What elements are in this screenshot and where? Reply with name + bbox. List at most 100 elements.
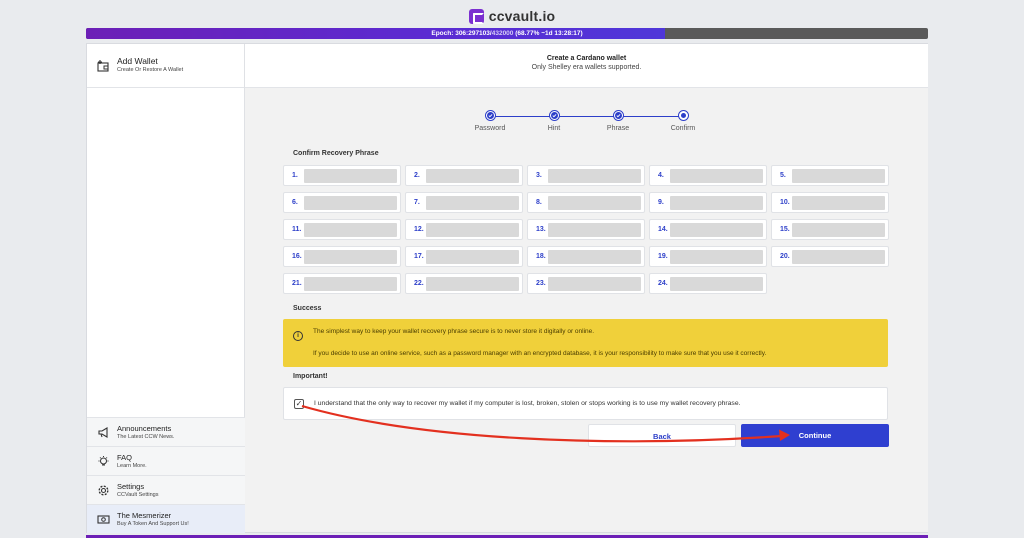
recovery-word-input[interactable]	[304, 223, 397, 237]
step-label: Phrase	[606, 125, 630, 132]
sidebar-item-title: Announcements	[117, 423, 172, 433]
recovery-word-field[interactable]: 24.	[649, 273, 767, 294]
recovery-word-input[interactable]	[304, 250, 397, 264]
sidebar-item-title: The Mesmerizer	[117, 510, 172, 520]
recovery-word-field[interactable]: 4.	[649, 165, 767, 186]
current-step-icon	[677, 110, 689, 121]
sidebar-item-mesmerizer[interactable]: The Mesmerizer Buy A Token And Support U…	[87, 504, 245, 533]
recovery-word-number: 6.	[292, 199, 298, 206]
sidebar-item-subtitle: Learn More.	[117, 462, 147, 469]
app-logo: ccvault.io	[0, 7, 1024, 25]
back-button[interactable]: Back	[588, 424, 736, 447]
recovery-word-input[interactable]	[670, 169, 763, 183]
success-title: Success	[293, 305, 322, 312]
money-icon	[96, 512, 110, 526]
notice-line-2: If you decide to use an online service, …	[313, 350, 767, 357]
recovery-word-input[interactable]	[792, 223, 885, 237]
recovery-word-field[interactable]: 23.	[527, 273, 645, 294]
recovery-word-field[interactable]: 8.	[527, 192, 645, 213]
recovery-word-input[interactable]	[304, 277, 397, 291]
sidebar-item-subtitle: CCVault Settings	[117, 491, 159, 498]
recovery-word-input[interactable]	[304, 169, 397, 183]
sidebar-header-title: Add Wallet	[117, 56, 158, 66]
recovery-word-field[interactable]: 14.	[649, 219, 767, 240]
main-panel: Create a Cardano wallet Only Shelley era…	[245, 44, 928, 532]
recovery-word-input[interactable]	[670, 196, 763, 210]
recovery-word-number: 16.	[292, 253, 302, 260]
recovery-word-field[interactable]: 18.	[527, 246, 645, 267]
info-icon: i	[293, 331, 303, 341]
step-confirm: Confirm	[653, 110, 713, 132]
sidebar-header-subtitle: Create Or Restore A Wallet	[117, 67, 184, 73]
sidebar: Add Wallet Create Or Restore A Wallet An…	[87, 44, 245, 533]
recovery-word-field[interactable]: 16.	[283, 246, 401, 267]
epoch-progress-bar: Epoch: 306:297103/432000 (68.77% ~1d 13:…	[86, 28, 928, 39]
acknowledgement-row[interactable]: ✓ I understand that the only way to reco…	[283, 387, 888, 420]
recovery-word-field[interactable]: 22.	[405, 273, 523, 294]
recovery-word-field[interactable]: 15.	[771, 219, 889, 240]
important-title: Important!	[293, 373, 328, 380]
recovery-word-input[interactable]	[548, 169, 641, 183]
page-header: Create a Cardano wallet Only Shelley era…	[245, 44, 928, 88]
recovery-word-field[interactable]: 3.	[527, 165, 645, 186]
recovery-word-field[interactable]: 7.	[405, 192, 523, 213]
recovery-word-input[interactable]	[548, 250, 641, 264]
ccvault-logo-icon	[468, 8, 484, 24]
recovery-word-input[interactable]	[304, 196, 397, 210]
recovery-phrase-title: Confirm Recovery Phrase	[293, 150, 379, 157]
recovery-word-number: 2.	[414, 172, 420, 179]
recovery-word-input[interactable]	[426, 196, 519, 210]
recovery-word-number: 12.	[414, 226, 424, 233]
recovery-word-number: 21.	[292, 280, 302, 287]
continue-button[interactable]: Continue	[741, 424, 889, 447]
recovery-word-field[interactable]: 9.	[649, 192, 767, 213]
check-icon	[612, 110, 624, 121]
recovery-word-input[interactable]	[792, 250, 885, 264]
recovery-word-input[interactable]	[548, 277, 641, 291]
epoch-progress-text: Epoch: 306:297103/432000 (68.77% ~1d 13:…	[431, 30, 583, 37]
recovery-word-field[interactable]: 13.	[527, 219, 645, 240]
recovery-word-input[interactable]	[670, 277, 763, 291]
recovery-word-number: 22.	[414, 280, 424, 287]
recovery-word-field[interactable]: 17.	[405, 246, 523, 267]
sidebar-item-faq[interactable]: FAQ Learn More.	[87, 446, 245, 475]
check-icon	[548, 110, 560, 121]
sidebar-item-title: Settings	[117, 481, 145, 491]
recovery-word-field[interactable]: 1.	[283, 165, 401, 186]
recovery-word-field[interactable]: 20.	[771, 246, 889, 267]
recovery-word-input[interactable]	[548, 196, 641, 210]
sidebar-item-settings[interactable]: Settings CCVault Settings	[87, 475, 245, 504]
sidebar-item-announcements[interactable]: Announcements The Latest CCW News.	[87, 417, 245, 446]
recovery-word-input[interactable]	[426, 277, 519, 291]
recovery-word-number: 20.	[780, 253, 790, 260]
recovery-word-field[interactable]: 6.	[283, 192, 401, 213]
recovery-word-input[interactable]	[426, 250, 519, 264]
recovery-word-number: 23.	[536, 280, 546, 287]
megaphone-icon	[96, 425, 110, 439]
recovery-word-field[interactable]: 5.	[771, 165, 889, 186]
recovery-word-field[interactable]: 21.	[283, 273, 401, 294]
recovery-word-input[interactable]	[548, 223, 641, 237]
recovery-word-number: 9.	[658, 199, 664, 206]
recovery-word-input[interactable]	[792, 196, 885, 210]
recovery-word-number: 7.	[414, 199, 420, 206]
recovery-word-number: 15.	[780, 226, 790, 233]
sidebar-item-subtitle: The Latest CCW News.	[117, 433, 175, 440]
recovery-word-field[interactable]: 12.	[405, 219, 523, 240]
recovery-word-number: 19.	[658, 253, 668, 260]
check-icon	[484, 110, 496, 121]
recovery-word-field[interactable]: 10.	[771, 192, 889, 213]
recovery-word-field[interactable]: 2.	[405, 165, 523, 186]
recovery-word-input[interactable]	[670, 250, 763, 264]
recovery-word-input[interactable]	[670, 223, 763, 237]
app-window: Add Wallet Create Or Restore A Wallet An…	[86, 43, 928, 533]
recovery-word-number: 10.	[780, 199, 790, 206]
recovery-word-input[interactable]	[426, 223, 519, 237]
acknowledge-checkbox[interactable]: ✓	[294, 399, 304, 409]
recovery-word-field[interactable]: 19.	[649, 246, 767, 267]
recovery-word-field[interactable]: 11.	[283, 219, 401, 240]
recovery-word-input[interactable]	[426, 169, 519, 183]
security-notice: i The simplest way to keep your wallet r…	[283, 319, 888, 367]
sidebar-item-add-wallet[interactable]: Add Wallet Create Or Restore A Wallet	[87, 44, 244, 88]
recovery-word-input[interactable]	[792, 169, 885, 183]
